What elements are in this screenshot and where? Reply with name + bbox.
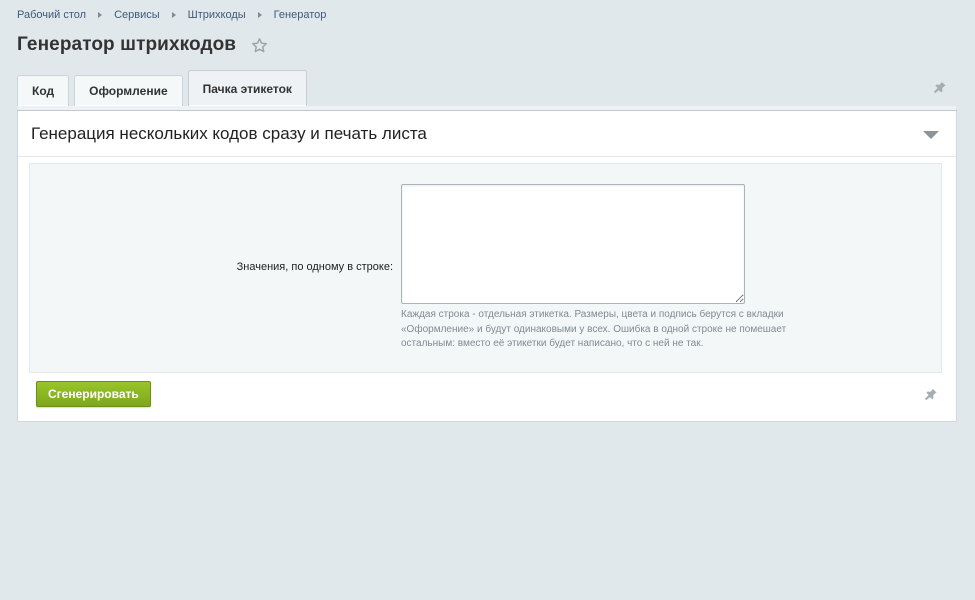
breadcrumb-item-services[interactable]: Сервисы — [114, 9, 160, 21]
breadcrumb-separator-icon — [257, 12, 262, 18]
page-title: Генератор штрихкодов — [17, 34, 237, 55]
title-row: Генератор штрихкодов — [17, 34, 268, 56]
section-header[interactable]: Генерация нескольких кодов сразу и печат… — [18, 111, 956, 157]
values-textarea[interactable] — [401, 184, 745, 304]
tab-design[interactable]: Оформление — [74, 75, 183, 106]
values-label: Значения, по одному в строке: — [236, 261, 393, 273]
generate-button[interactable]: Сгенерировать — [36, 381, 151, 407]
section-title: Генерация нескольких кодов сразу и печат… — [31, 123, 427, 143]
breadcrumb-separator-icon — [98, 12, 103, 18]
breadcrumb-item-desktop[interactable]: Рабочий стол — [17, 9, 86, 21]
breadcrumb-item-barcodes[interactable]: Штрихкоды — [188, 9, 246, 21]
pin-icon[interactable] — [933, 80, 947, 94]
breadcrumb-separator-icon — [171, 12, 176, 18]
label-batch-panel: Генерация нескольких кодов сразу и печат… — [17, 106, 957, 422]
breadcrumb: Рабочий стол Сервисы Штрихкоды Генератор — [17, 8, 326, 22]
form-area: Значения, по одному в строке: Каждая стр… — [29, 163, 942, 373]
star-outline-icon[interactable] — [251, 37, 268, 54]
tab-label-batch[interactable]: Пачка этикеток — [187, 70, 307, 106]
tab-code[interactable]: Код — [17, 75, 70, 106]
pin-icon[interactable] — [924, 387, 938, 401]
tab-bar: Код Оформление Пачка этикеток — [17, 70, 312, 106]
values-hint: Каждая строка - отдельная этикетка. Разм… — [401, 309, 787, 349]
triangle-down-icon[interactable] — [923, 131, 939, 139]
breadcrumb-item-generator[interactable]: Генератор — [274, 9, 327, 21]
